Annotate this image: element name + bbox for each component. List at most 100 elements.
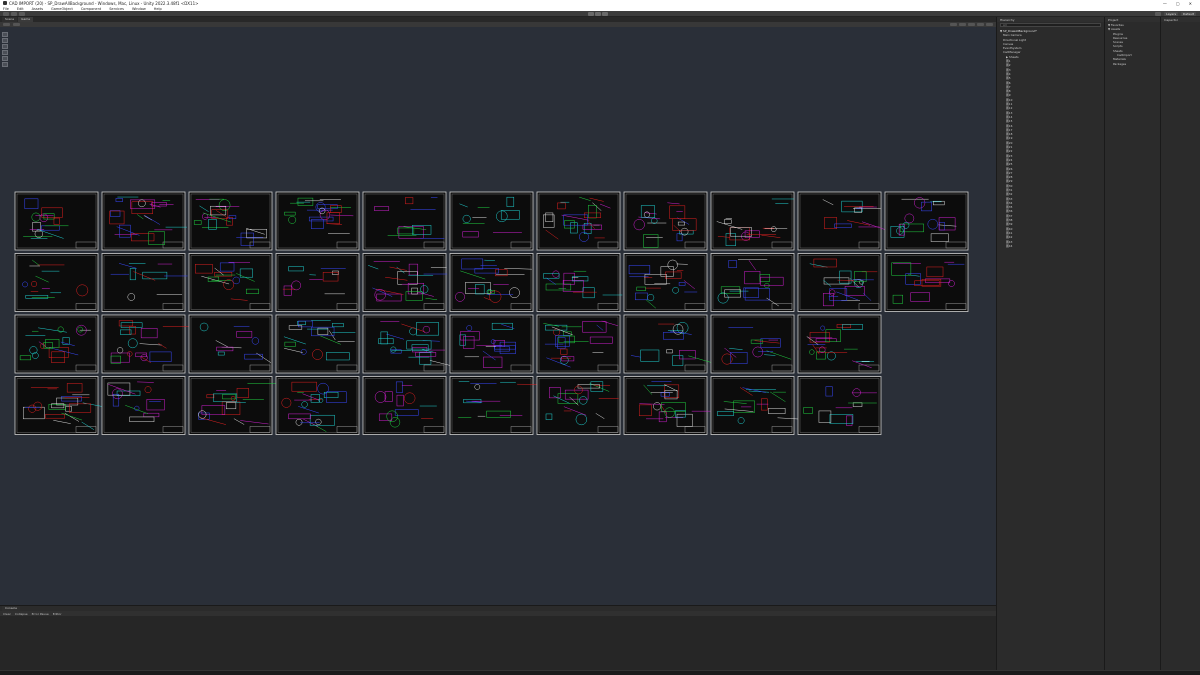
- effects-toggle[interactable]: [977, 23, 984, 26]
- project-panel: Project ▼ Favorites ▼ Assets Plugins Resour…: [1104, 17, 1160, 670]
- hierarchy-search-input[interactable]: All: [1000, 23, 1101, 27]
- lighting-toggle[interactable]: [959, 23, 966, 26]
- cad-sheet-thumbnail[interactable]: [536, 191, 621, 251]
- scale-tool-icon[interactable]: [2, 50, 8, 55]
- cad-sheet-thumbnail[interactable]: [14, 376, 112, 435]
- scene-viewport[interactable]: [0, 27, 996, 605]
- cad-sheet-thumbnail[interactable]: [362, 253, 448, 312]
- cad-sheet-thumbnail[interactable]: [884, 191, 969, 251]
- account-button[interactable]: [3, 11, 9, 16]
- cad-sheet-thumbnail[interactable]: [449, 376, 547, 435]
- hierarchy-list: ▼ SP_DrawAllBackground* Main Camera Direct…: [997, 28, 1104, 249]
- cad-sheet-thumbnail[interactable]: [623, 314, 715, 374]
- cad-sheet-thumbnail[interactable]: [797, 253, 882, 312]
- move-tool-icon[interactable]: [2, 38, 8, 43]
- cad-sheet-thumbnail[interactable]: [188, 314, 273, 374]
- cad-sheet-thumbnail[interactable]: [275, 376, 360, 435]
- cad-sheet-thumbnail[interactable]: [101, 376, 186, 435]
- console-collapse-button[interactable]: Collapse: [15, 612, 28, 616]
- console-toolbar: Clear Collapse Error Pause Editor: [0, 611, 996, 616]
- unity-logo-icon: [3, 1, 7, 5]
- cad-sheet-thumbnail[interactable]: [101, 314, 193, 374]
- hierarchy-tab[interactable]: Hierarchy: [997, 17, 1104, 22]
- cad-sheet-thumbnail[interactable]: [536, 253, 623, 312]
- cad-sheet-thumbnail[interactable]: [623, 191, 708, 251]
- scene-panel: Scene Game: [0, 17, 996, 605]
- cad-sheet-thumbnail[interactable]: [797, 314, 882, 374]
- console-editor-dropdown[interactable]: Editor: [53, 612, 62, 616]
- layers-dropdown[interactable]: Layers: [1164, 12, 1179, 16]
- console-clear-button[interactable]: Clear: [3, 612, 11, 616]
- cad-sheet-thumbnail[interactable]: [14, 314, 99, 374]
- search-icon[interactable]: [1155, 12, 1162, 16]
- cad-sheet-thumbnail[interactable]: [884, 253, 969, 312]
- cad-sheet-thumbnail[interactable]: [623, 253, 708, 312]
- cad-sheet-thumbnail[interactable]: [101, 191, 187, 251]
- hand-tool-icon[interactable]: [2, 32, 8, 37]
- inspector-panel: Inspector: [1160, 17, 1200, 670]
- cad-sheet-thumbnail[interactable]: [797, 191, 887, 251]
- menu-window[interactable]: Window: [132, 7, 146, 11]
- hierarchy-item[interactable]: 图44: [1000, 244, 1101, 248]
- tab-game[interactable]: Game: [18, 17, 34, 22]
- cad-sheet-grid: [14, 191, 969, 435]
- gizmos-dropdown[interactable]: [986, 23, 993, 26]
- menu-assets[interactable]: Assets: [32, 7, 43, 11]
- cad-sheet-thumbnail[interactable]: [362, 191, 447, 251]
- cad-sheet-thumbnail[interactable]: [275, 314, 360, 374]
- project-tree-item[interactable]: Packages: [1108, 62, 1157, 66]
- draw-mode-button[interactable]: [13, 23, 20, 26]
- 2d-toggle[interactable]: [950, 23, 957, 26]
- cad-sheet-thumbnail[interactable]: [188, 376, 276, 435]
- audio-toggle[interactable]: [968, 23, 975, 26]
- cad-sheet-thumbnail[interactable]: [188, 253, 273, 312]
- cad-sheet-thumbnail[interactable]: [14, 253, 99, 312]
- tab-scene[interactable]: Scene: [2, 17, 18, 22]
- transform-tool-icon[interactable]: [2, 62, 8, 67]
- cad-sheet-thumbnail[interactable]: [710, 253, 795, 312]
- cad-sheet-thumbnail[interactable]: [710, 314, 795, 374]
- menu-edit[interactable]: Edit: [17, 7, 24, 11]
- step-button[interactable]: [602, 12, 608, 16]
- cad-sheet-thumbnail[interactable]: [449, 314, 534, 374]
- scene-tool-palette: [2, 32, 9, 67]
- cad-sheet-thumbnail[interactable]: [710, 191, 795, 251]
- window-title: CAD IMPORT (20) - SP_DrawAllBackground -…: [9, 0, 199, 6]
- rect-tool-icon[interactable]: [2, 56, 8, 61]
- collab-button[interactable]: [19, 11, 25, 16]
- cad-sheet-thumbnail[interactable]: [797, 376, 882, 435]
- menu-file[interactable]: File: [3, 7, 9, 11]
- console-error-pause-button[interactable]: Error Pause: [32, 612, 49, 616]
- cad-sheet-thumbnail[interactable]: [362, 314, 458, 374]
- maximize-button[interactable]: ▢: [1176, 1, 1180, 6]
- menu-help[interactable]: Help: [154, 7, 162, 11]
- rotate-tool-icon[interactable]: [2, 44, 8, 49]
- tab-console[interactable]: Console: [2, 606, 20, 611]
- cad-sheet-thumbnail[interactable]: [275, 253, 360, 312]
- menu-services[interactable]: Services: [109, 7, 124, 11]
- cad-sheet-thumbnail[interactable]: [188, 191, 273, 251]
- cad-sheet-thumbnail[interactable]: [101, 253, 188, 312]
- hierarchy-panel: Hierarchy All ▼ SP_DrawAllBackground* Mai…: [996, 17, 1104, 670]
- scene-toolbar-right: [950, 23, 996, 26]
- close-button[interactable]: ✕: [1189, 1, 1192, 6]
- menu-gameobject[interactable]: GameObject: [51, 7, 73, 11]
- cad-sheet-thumbnail[interactable]: [449, 253, 534, 312]
- window-controls: — ▢ ✕: [1163, 1, 1200, 6]
- cad-sheet-thumbnail[interactable]: [623, 376, 711, 435]
- menu-component[interactable]: Component: [81, 7, 101, 11]
- pause-button[interactable]: [595, 12, 601, 16]
- shading-mode-dropdown[interactable]: [3, 23, 10, 26]
- cad-sheet-thumbnail[interactable]: [362, 376, 447, 435]
- layout-dropdown[interactable]: Default: [1181, 12, 1196, 16]
- minimize-button[interactable]: —: [1163, 1, 1167, 6]
- cad-sheet-thumbnail[interactable]: [275, 191, 360, 251]
- inspector-tab[interactable]: Inspector: [1161, 17, 1200, 22]
- cad-sheet-thumbnail[interactable]: [14, 191, 99, 251]
- cad-sheet-thumbnail[interactable]: [536, 376, 621, 435]
- play-button[interactable]: [588, 12, 594, 16]
- cloud-icon[interactable]: [11, 11, 17, 16]
- cad-sheet-thumbnail[interactable]: [449, 191, 534, 251]
- cad-sheet-thumbnail[interactable]: [536, 314, 621, 374]
- cad-sheet-thumbnail[interactable]: [710, 376, 802, 435]
